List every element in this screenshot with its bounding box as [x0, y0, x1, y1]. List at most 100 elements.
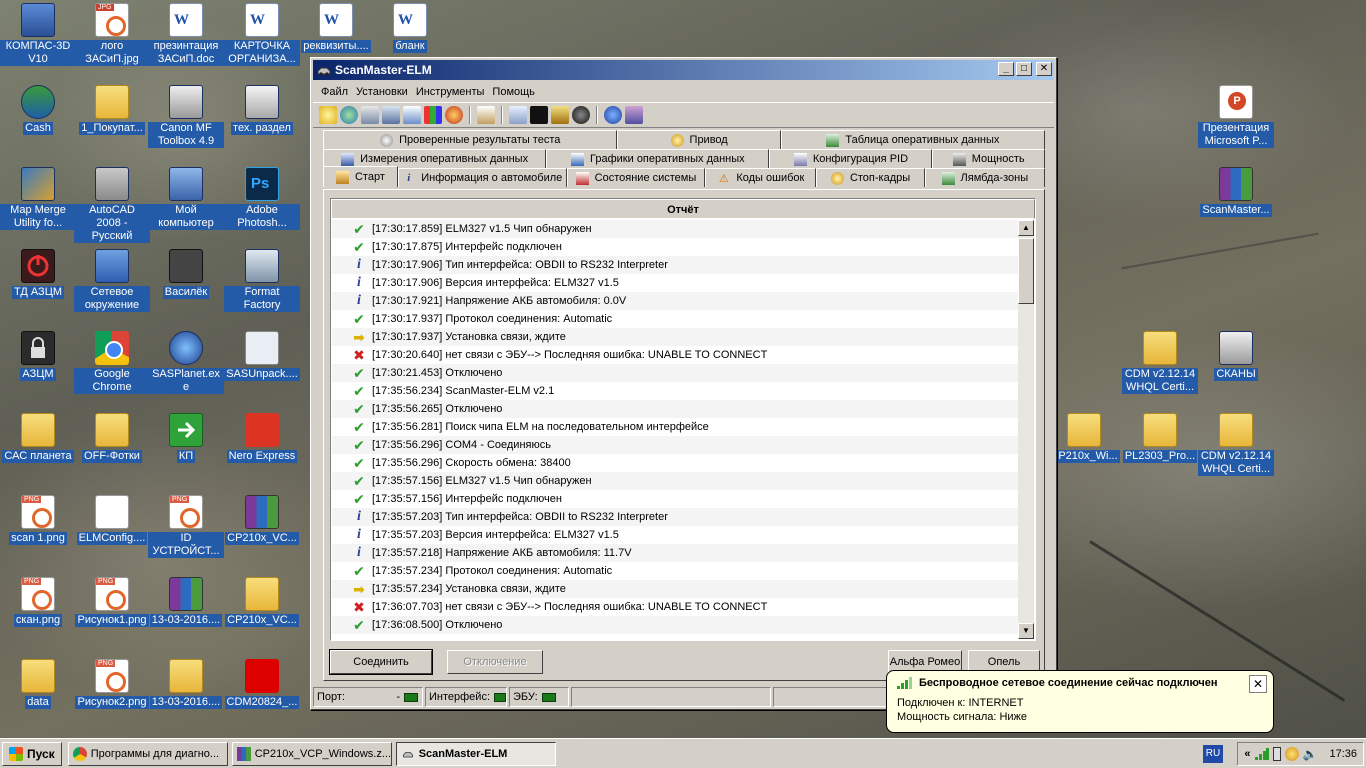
connect-tool-icon[interactable] — [319, 106, 337, 124]
log-row[interactable]: ✔ [17:35:56.281] Поиск чипа ELM на послед… — [332, 418, 1018, 436]
log-row[interactable]: ✔ [17:35:57.156] Интерфейс подключен — [332, 490, 1018, 508]
desktop-icon-pokupat[interactable]: 1_Покупат... — [74, 85, 150, 135]
log-row[interactable]: ✖ [17:30:20.640] нет связи с ЭБУ--> После… — [332, 346, 1018, 364]
tab-start[interactable]: Старт — [323, 166, 398, 187]
start-button[interactable]: Пуск — [2, 741, 62, 766]
desktop-icon-13-03-2016-a[interactable]: 13-03-2016.... — [148, 577, 224, 627]
engine-tool-icon[interactable] — [445, 106, 463, 124]
wireless-notification-balloon[interactable]: Беспроводное сетевое соединение сейчас п… — [886, 670, 1274, 733]
desktop-icon-rekvizity[interactable]: реквизиты.... — [298, 3, 374, 53]
menu-file[interactable]: Файл — [317, 86, 352, 98]
desktop-icon-kartochka[interactable]: КАРТОЧКА ОРГАНИЗА... — [224, 3, 300, 66]
table-tool-icon[interactable] — [382, 106, 400, 124]
close-button[interactable]: ✕ — [1036, 62, 1052, 76]
desktop-icon-cdm-whql-a[interactable]: CDM v2.12.14 WHQL Certi... — [1122, 331, 1198, 394]
log-row[interactable]: ✖ [17:36:07.703] нет связи с ЭБУ--> После… — [332, 598, 1018, 616]
log-row[interactable]: ✔ [17:35:57.156] ELM327 v1.5 Чип обнаруже… — [332, 472, 1018, 490]
desktop-icon-blank[interactable]: бланк — [372, 3, 448, 53]
desktop-icon-my-computer[interactable]: Мой компьютер — [148, 167, 224, 230]
tab-error-codes[interactable]: ⚠ Коды ошибок — [705, 168, 817, 187]
tab-tested-results[interactable]: Проверенные результаты теста — [323, 130, 618, 149]
language-indicator[interactable]: RU — [1203, 745, 1223, 763]
tab-drive[interactable]: Привод — [617, 130, 781, 149]
desktop-icon-cp210x-vc-a[interactable]: CP210x_VC... — [224, 495, 300, 545]
log-row[interactable]: ✔ [17:35:56.296] Скорость обмена: 38400 — [332, 454, 1018, 472]
desktop-icon-sas-planeta[interactable]: САС планета — [0, 413, 76, 463]
log-row[interactable]: ✔ [17:36:08.500] Отключено — [332, 616, 1018, 634]
desktop-icon-scan-png[interactable]: скан.png — [0, 577, 76, 627]
taskbar-item-cp210x[interactable]: CP210x_VCP_Windows.z... — [231, 741, 392, 766]
desktop-icon-network[interactable]: Сетевое окружение — [74, 249, 150, 312]
log-row[interactable]: ✔ [17:30:17.859] ELM327 v1.5 Чип обнаруже… — [332, 220, 1018, 238]
log-row[interactable]: ✔ [17:30:17.875] Интерфейс подключен — [332, 238, 1018, 256]
log-row[interactable]: i [17:30:17.906] Тип интерфейса: OBDII to… — [332, 256, 1018, 274]
chat-tool-icon[interactable] — [509, 106, 527, 124]
desktop-icon-risunok2[interactable]: Рисунок2.png — [74, 659, 150, 709]
wireless-signal-icon[interactable] — [1254, 748, 1269, 760]
clipboard-tool-icon[interactable] — [477, 106, 495, 124]
vertical-scrollbar[interactable]: ▲ ▼ — [1018, 220, 1034, 639]
connect-button[interactable]: Соединить — [329, 649, 433, 675]
desktop-icon-prezintaciya[interactable]: презинтация ЗАСиП.doc — [148, 3, 224, 66]
terminal-tool-icon[interactable] — [530, 106, 548, 124]
exit-tool-icon[interactable] — [625, 106, 643, 124]
tray-expand-chevron[interactable]: « — [1244, 748, 1250, 760]
desktop-icon-cp210x-wi[interactable]: CP210x_Wi... — [1046, 413, 1122, 463]
desktop-icon-sasplanet[interactable]: SASPlanet.exe — [148, 331, 224, 394]
desktop-icon-tech-razdel[interactable]: тех. раздел — [224, 85, 300, 135]
report-header[interactable]: Отчёт — [331, 199, 1035, 219]
volume-icon[interactable]: 🔈 — [1303, 747, 1318, 761]
desktop-icon-vasilek[interactable]: Василёк — [148, 249, 224, 299]
desktop-icon-risunok1[interactable]: Рисунок1.png — [74, 577, 150, 627]
log-row[interactable]: ✔ [17:35:56.234] ScanMaster-ELM v2.1 — [332, 382, 1018, 400]
log-row[interactable]: i [17:30:17.921] Напряжение АКБ автомобил… — [332, 292, 1018, 310]
monitor-tool-icon[interactable] — [361, 106, 379, 124]
log-row[interactable]: i [17:35:57.203] Тип интерфейса: OBDII to… — [332, 508, 1018, 526]
desktop-icon-kompas[interactable]: КОМПАС-3D V10 — [0, 3, 76, 66]
log-row[interactable]: ➡ [17:35:57.234] Установка связи, ждите — [332, 580, 1018, 598]
desktop-icon-td-azcm[interactable]: ТД АЗЦМ — [0, 249, 76, 299]
desktop-icon-elmconfig[interactable]: ELMConfig.... — [74, 495, 150, 545]
chart-tool-icon[interactable] — [424, 106, 442, 124]
log-row[interactable]: ✔ [17:30:17.937] Протокол соединения: Aut… — [332, 310, 1018, 328]
menu-help[interactable]: Помощь — [488, 86, 539, 98]
stop-tool-icon[interactable] — [572, 106, 590, 124]
scroll-up-button[interactable]: ▲ — [1018, 220, 1034, 236]
log-row[interactable]: ✔ [17:35:56.296] COM4 - Соединяюсь — [332, 436, 1018, 454]
battery-tool-icon[interactable] — [551, 106, 569, 124]
tab-live-graphs[interactable]: Графики оперативных данных — [546, 149, 770, 168]
clock[interactable]: 17:36 — [1329, 748, 1357, 760]
desktop-icon-skany[interactable]: СКАНЫ — [1198, 331, 1274, 381]
tab-power[interactable]: Мощность — [932, 149, 1045, 168]
desktop-icon-data[interactable]: data — [0, 659, 76, 709]
norton-icon[interactable] — [1284, 747, 1299, 761]
log-row[interactable]: ✔ [17:30:21.453] Отключено — [332, 364, 1018, 382]
desktop-icon-cdm20824[interactable]: CDM20824_... — [224, 659, 300, 709]
globe-tool-icon[interactable] — [340, 106, 358, 124]
tab-live-data-table[interactable]: Таблица оперативных данных — [780, 130, 1046, 149]
desktop-icon-cdm-whql-b[interactable]: CDM v2.12.14 WHQL Certi... — [1198, 413, 1274, 476]
desktop-icon-nero[interactable]: Nero Express — [224, 413, 300, 463]
tab-lambda-sensors[interactable]: Лямбда-зоны — [924, 168, 1045, 187]
info-tool-icon[interactable] — [604, 106, 622, 124]
desktop-icon-logo-jpg[interactable]: лого ЗАСиП.jpg — [74, 3, 150, 66]
log-row[interactable]: i [17:35:57.218] Напряжение АКБ автомобил… — [332, 544, 1018, 562]
desktop-icon-id-ustroystv[interactable]: ID УСТРОЙСТ... — [148, 495, 224, 558]
tab-system-status[interactable]: Состояние системы — [566, 168, 706, 187]
desktop-icon-sasunpack[interactable]: SASUnpack.... — [224, 331, 300, 381]
maximize-button[interactable]: □ — [1016, 62, 1032, 76]
menu-settings[interactable]: Установки — [352, 86, 412, 98]
desktop-icon-prezentaciya-ppt[interactable]: Презентация Microsoft P... — [1198, 85, 1274, 148]
minimize-button[interactable]: _ — [998, 62, 1014, 76]
graph-tool-icon[interactable] — [403, 106, 421, 124]
desktop-icon-photoshop[interactable]: Adobe Photosh... — [224, 167, 300, 230]
tab-vehicle-info[interactable]: i Информация о автомобиле — [397, 168, 567, 187]
desktop-icon-canon[interactable]: Canon MF Toolbox 4.9 — [148, 85, 224, 148]
desktop-icon-off-fotki[interactable]: OFF-Фотки — [74, 413, 150, 463]
log-row[interactable]: i [17:30:17.906] Версия интерфейса: ELM32… — [332, 274, 1018, 292]
disconnect-button[interactable]: Отключение — [447, 650, 543, 674]
window-titlebar[interactable]: ScanMaster-ELM _ □ ✕ — [313, 60, 1054, 80]
desktop-icon-map-merge[interactable]: Map Merge Utility fo... — [0, 167, 76, 230]
taskbar-item-scanmaster[interactable]: ScanMaster-ELM — [395, 741, 556, 766]
taskbar-item-chrome[interactable]: Программы для диагно... — [67, 741, 228, 766]
